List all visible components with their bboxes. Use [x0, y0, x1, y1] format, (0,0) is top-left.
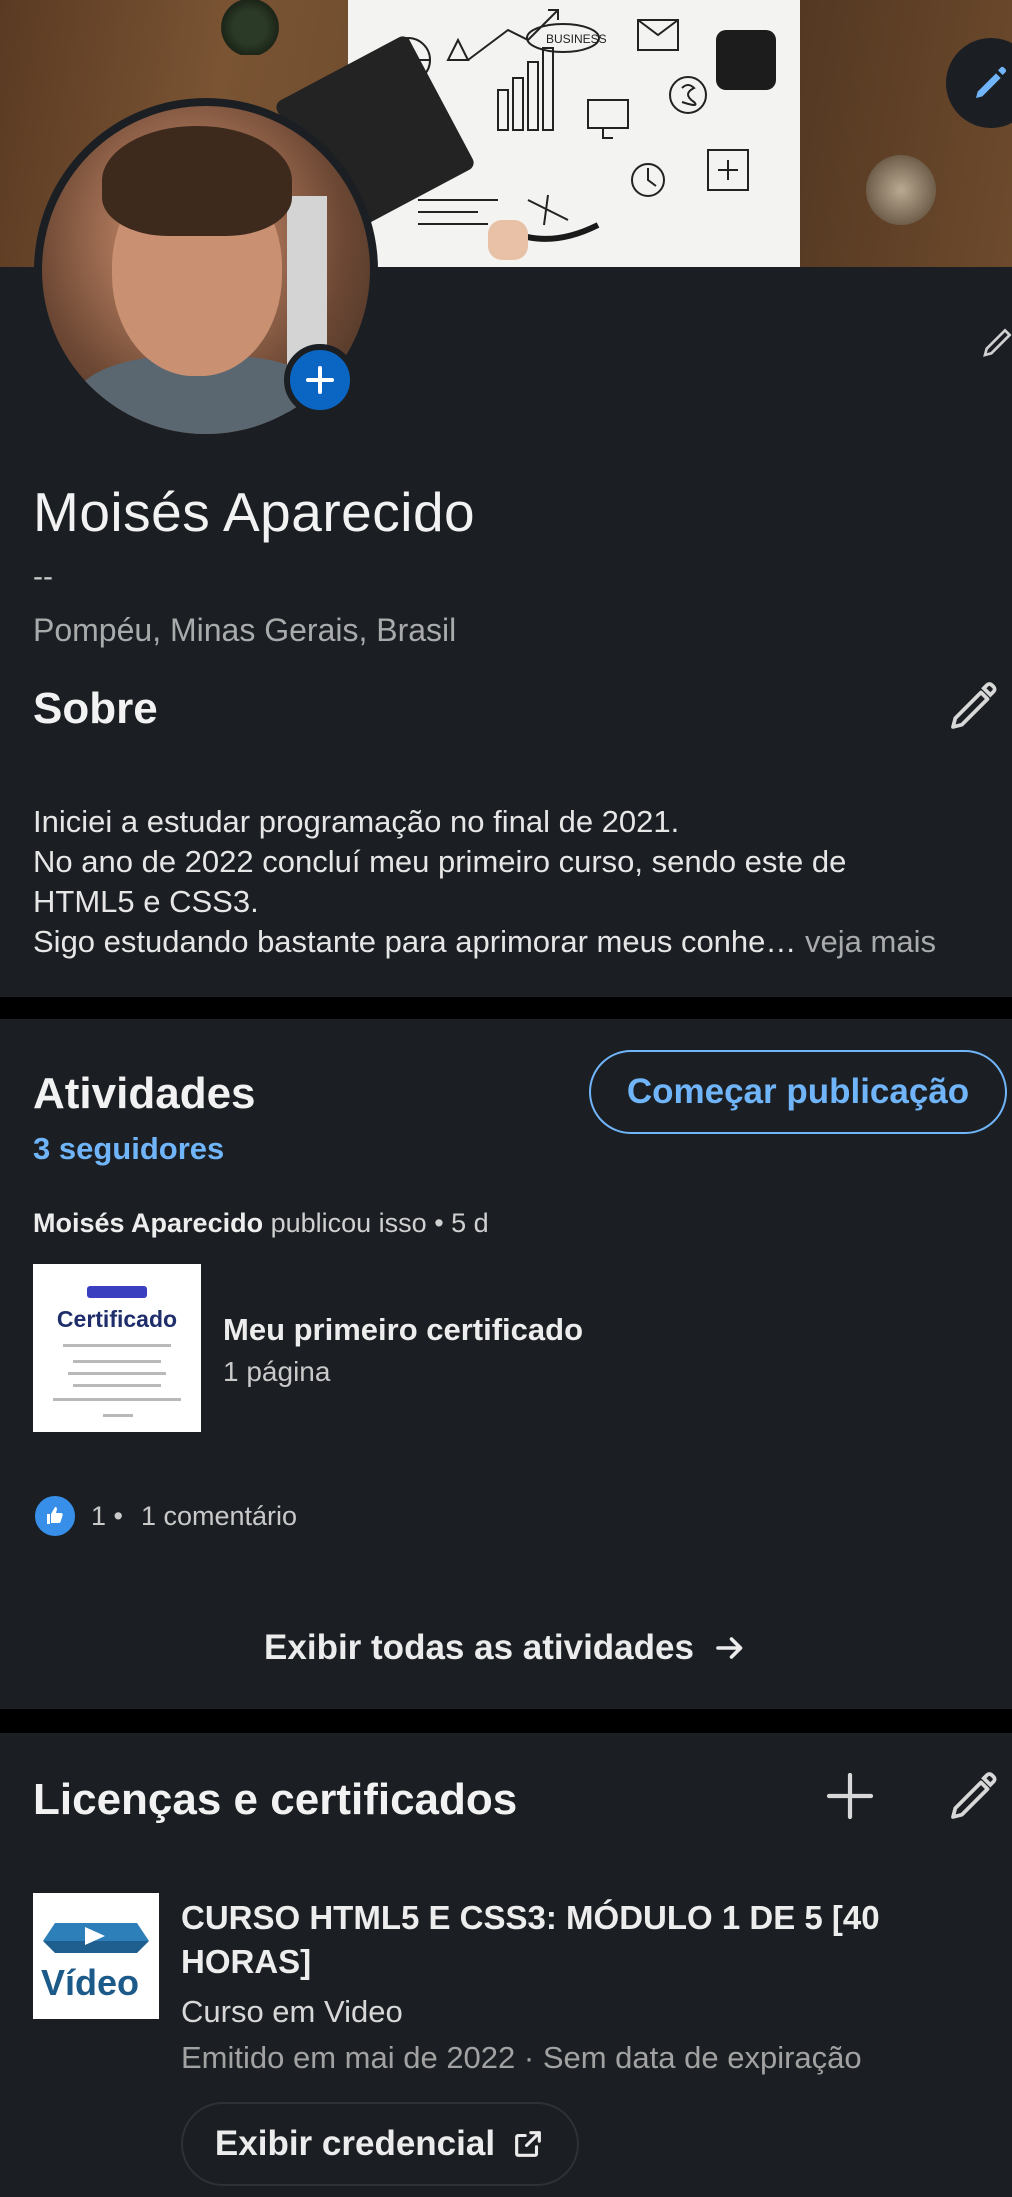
about-section-title: Sobre [33, 684, 158, 733]
pencil-icon [976, 66, 1007, 98]
pencil-icon [983, 328, 1012, 357]
show-all-activities-button[interactable]: Exibir todas as atividades [0, 1628, 1012, 1668]
profile-name: Moisés Aparecido [33, 481, 476, 543]
glass-decoration [866, 155, 936, 225]
followers-link[interactable]: 3 seguidores [33, 1131, 224, 1167]
edit-cover-button[interactable] [946, 38, 1012, 128]
edit-about-button[interactable] [946, 678, 1002, 739]
post-title[interactable]: Meu primeiro certificado [223, 1312, 583, 1348]
pencil-icon [951, 682, 997, 729]
add-photo-button[interactable] [284, 344, 356, 416]
post-thumbnail[interactable]: Certificado [33, 1264, 201, 1432]
business-doodle-label: BUSINESS [546, 32, 607, 46]
issuer-logo-text: Vídeo [41, 1962, 139, 2003]
show-all-activities-label: Exibir todas as atividades [264, 1628, 694, 1667]
show-credential-label: Exibir credencial [214, 2124, 496, 2163]
about-text: Iniciei a estudar programação no final d… [33, 802, 1008, 962]
post-author[interactable]: Moisés Aparecido [33, 1208, 263, 1238]
about-line-truncated: Sigo estudando bastante para aprimorar m… [33, 922, 1008, 962]
post-reactions[interactable]: 1 • 1 comentário [33, 1494, 297, 1538]
see-more-link[interactable]: veja mais [805, 924, 936, 959]
profile-headline: -- [33, 560, 53, 593]
like-icon [33, 1494, 77, 1538]
post-pages: 1 página [223, 1356, 331, 1387]
issuer-logo[interactable]: Vídeo [33, 1893, 159, 2019]
about-line: Sigo estudando bastante para aprimorar m… [33, 924, 797, 959]
start-post-button[interactable]: Começar publicação [589, 1050, 1007, 1134]
edit-licenses-button[interactable] [946, 1768, 1002, 1829]
licenses-title: Licenças e certificados [33, 1775, 518, 1824]
add-license-button[interactable] [822, 1768, 878, 1829]
plus-icon [306, 366, 334, 394]
reaction-count: 1 • [91, 1500, 123, 1531]
camera-decoration [716, 30, 776, 90]
thumbnail-title: Certificado [56, 1306, 178, 1332]
edit-intro-button[interactable] [980, 320, 1012, 365]
license-date: Emitido em mai de 2022 · Sem data de exp… [181, 2040, 862, 2075]
license-issuer: Curso em Video [181, 1994, 403, 2029]
about-line: No ano de 2022 concluí meu primeiro curs… [33, 844, 847, 879]
post-meta-text: publicou isso • 5 d [270, 1208, 489, 1238]
about-line: HTML5 e CSS3. [33, 884, 259, 919]
external-link-icon [515, 2131, 541, 2157]
post-meta: Moisés Aparecido publicou isso • 5 d [33, 1208, 489, 1239]
activities-title: Atividades [33, 1069, 256, 1118]
show-credential-button[interactable]: Exibir credencial [181, 2102, 579, 2186]
pencil-icon [951, 1772, 997, 1819]
comment-count[interactable]: 1 comentário [141, 1501, 297, 1532]
about-line: Iniciei a estudar programação no final d… [33, 804, 680, 839]
plus-icon [826, 1772, 874, 1820]
profile-location: Pompéu, Minas Gerais, Brasil [33, 612, 457, 648]
plant-decoration [220, 0, 280, 55]
arrow-right-icon [716, 1637, 743, 1659]
license-name[interactable]: CURSO HTML5 E CSS3: MÓDULO 1 DE 5 [40 HO… [181, 1896, 981, 1984]
